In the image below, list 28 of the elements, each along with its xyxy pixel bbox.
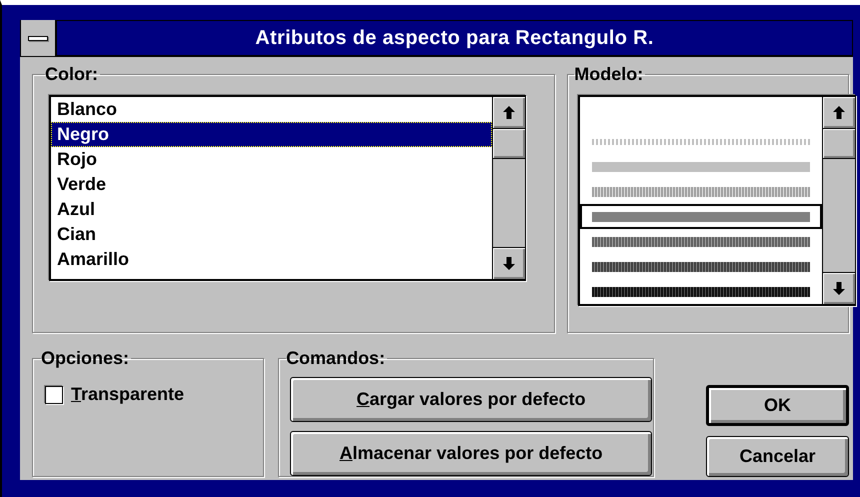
group-label: Opciones: [41,348,130,368]
list-item[interactable]: Azul [51,197,492,222]
group-label: Color: [45,64,98,84]
scroll-thumb[interactable] [493,129,526,159]
list-item[interactable]: Negro [51,122,492,147]
up-arrow-icon [503,106,516,119]
list-item[interactable]: Blanco [51,97,492,122]
command-button[interactable]: Cargar valores por defecto [290,377,652,422]
group-label: Comandos: [286,348,386,368]
system-menu-button[interactable] [21,20,57,56]
pattern-option[interactable] [580,204,822,229]
group-label: Modelo: [574,64,644,84]
list-item[interactable]: Verde [51,172,492,197]
window-title: Atributos de aspecto para Rectangulo R. [254,26,655,51]
list-item[interactable]: Rojo [51,147,492,172]
scroll-thumb[interactable] [823,129,856,159]
command-button[interactable]: Almacenar valores por defecto [290,431,652,476]
scrollbar[interactable] [822,97,856,304]
checkbox-label[interactable]: Transparente [71,381,184,408]
checkbox[interactable] [45,386,63,404]
scrollbar[interactable] [492,97,526,279]
list-item[interactable]: Amarillo [51,247,492,272]
up-arrow-icon [833,106,846,119]
list-item[interactable]: Cian [51,222,492,247]
dialog-button[interactable]: OK [706,385,849,426]
dialog-button[interactable]: Cancelar [706,436,849,477]
down-arrow-icon [833,282,846,295]
down-arrow-icon [503,257,516,270]
